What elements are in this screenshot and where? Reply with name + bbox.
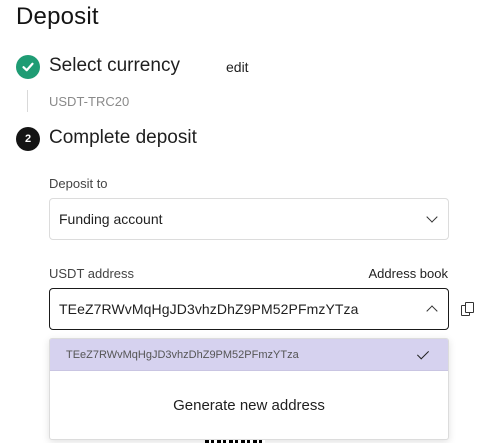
selected-currency-value: USDT-TRC20: [49, 94, 130, 109]
step-select-currency-label: Select currency: [49, 55, 180, 76]
usdt-address-select[interactable]: TEeZ7RWvMqHgJD3vhzDhZ9PM52PFmzYTza: [49, 288, 449, 330]
step-connector-line: [27, 90, 28, 112]
address-option-label: TEeZ7RWvMqHgJD3vhzDhZ9PM52PFmzYTza: [66, 348, 299, 361]
address-dropdown-menu: TEeZ7RWvMqHgJD3vhzDhZ9PM52PFmzYTza Gener…: [49, 338, 449, 440]
address-book-link[interactable]: Address book: [369, 266, 449, 281]
page-title: Deposit: [16, 3, 99, 30]
step-complete-deposit-label: Complete deposit: [49, 127, 197, 148]
usdt-address-label: USDT address: [49, 266, 135, 281]
deposit-to-value: Funding account: [59, 211, 163, 227]
chevron-down-icon: [426, 211, 438, 223]
deposit-to-label: Deposit to: [49, 176, 108, 191]
address-option[interactable]: TEeZ7RWvMqHgJD3vhzDhZ9PM52PFmzYTza: [50, 339, 448, 371]
step-number-badge: 2: [16, 127, 40, 151]
copy-icon[interactable]: [461, 302, 475, 316]
edit-link[interactable]: edit: [226, 59, 249, 75]
chevron-up-icon: [426, 305, 438, 317]
deposit-to-select[interactable]: Funding account: [49, 198, 449, 240]
usdt-address-value: TEeZ7RWvMqHgJD3vhzDhZ9PM52PFmzYTza: [59, 301, 359, 317]
generate-new-address-button[interactable]: Generate new address: [50, 371, 448, 439]
check-circle-icon: [16, 55, 40, 79]
